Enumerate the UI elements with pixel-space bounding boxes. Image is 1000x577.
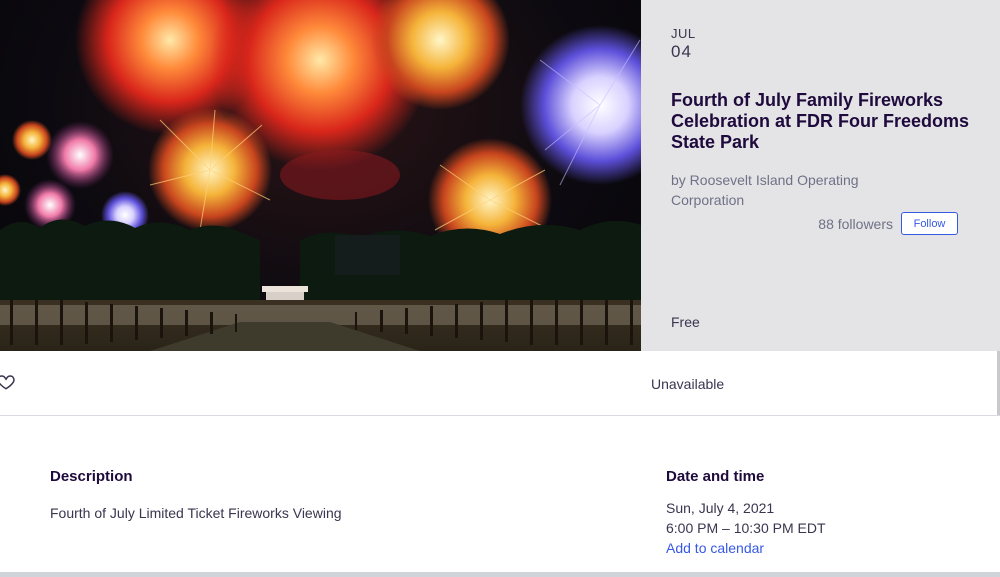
followers-count: 88 followers <box>818 215 893 232</box>
description-heading: Description <box>50 468 133 485</box>
event-date-month: JUL <box>671 26 696 41</box>
ticket-price: Free <box>671 314 700 330</box>
action-bar: Unavailable <box>0 351 1000 416</box>
add-to-calendar-link[interactable]: Add to calendar <box>666 540 764 556</box>
event-hero: JUL 04 Fourth of July Family Fireworks C… <box>0 0 1000 351</box>
organizer-name[interactable]: by Roosevelt Island Operating Corporatio… <box>671 170 931 210</box>
event-title: Fourth of July Family Fireworks Celebrat… <box>671 90 970 152</box>
bottom-divider <box>0 572 1000 577</box>
date-time-heading: Date and time <box>666 468 765 485</box>
event-info-panel: JUL 04 Fourth of July Family Fireworks C… <box>641 0 1000 351</box>
ticket-status: Unavailable <box>651 376 725 392</box>
event-image <box>0 0 641 351</box>
event-date-day: 04 <box>671 42 692 61</box>
event-time: 6:00 PM – 10:30 PM EDT <box>666 520 826 536</box>
follow-button[interactable]: Follow <box>901 212 958 235</box>
followers-row: 88 followers Follow <box>818 212 958 235</box>
description-text: Fourth of July Limited Ticket Fireworks … <box>50 505 342 521</box>
fireworks-illustration <box>0 0 641 351</box>
event-details: Description Fourth of July Limited Ticke… <box>0 416 1000 577</box>
heart-icon[interactable] <box>0 373 15 391</box>
event-date: Sun, July 4, 2021 <box>666 500 775 516</box>
